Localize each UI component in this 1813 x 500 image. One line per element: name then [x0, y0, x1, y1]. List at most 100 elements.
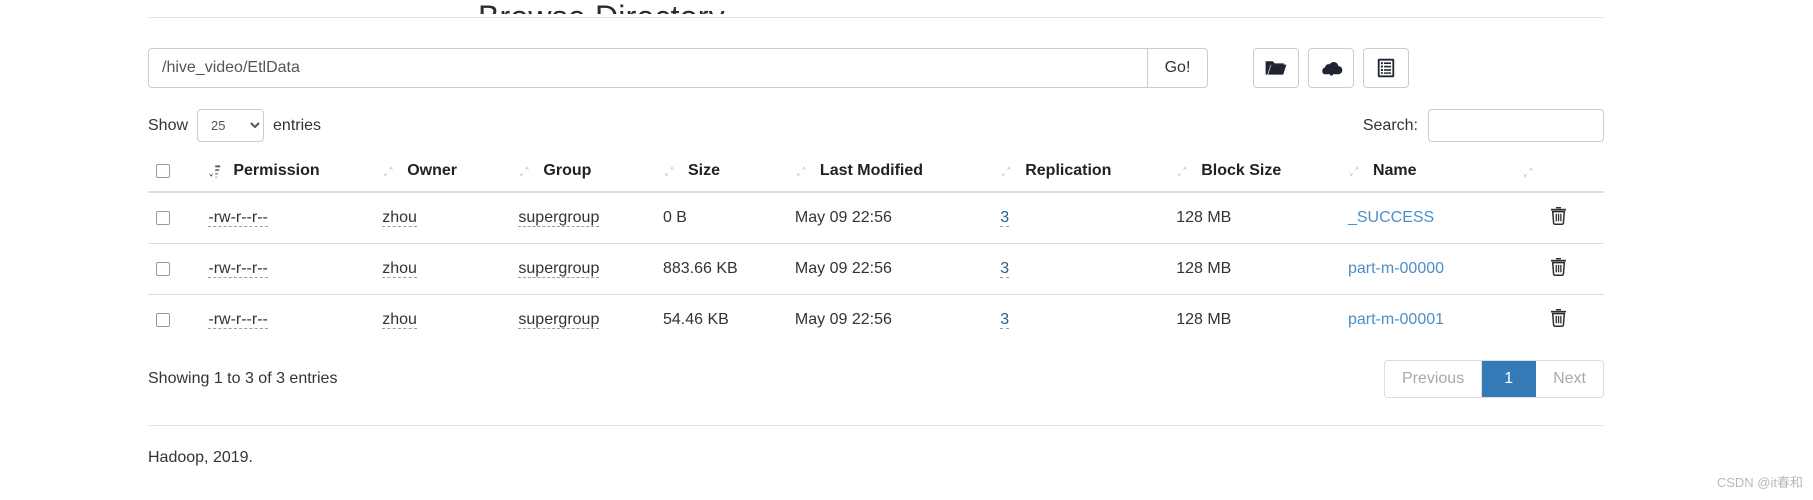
- row-select-cell[interactable]: [148, 294, 201, 345]
- th-actions[interactable]: [1513, 154, 1604, 193]
- page-footer: Hadoop, 2019.: [148, 449, 253, 466]
- pagination-next[interactable]: Next: [1536, 361, 1603, 397]
- cell-permission: -rw-r--r--: [200, 243, 375, 295]
- th-select-all[interactable]: [148, 154, 201, 193]
- path-input-group: Go!: [148, 48, 1208, 88]
- owner-link[interactable]: zhou: [382, 311, 417, 329]
- search-input[interactable]: [1428, 109, 1604, 142]
- permission-link[interactable]: -rw-r--r--: [208, 311, 268, 329]
- entries-label: entries: [273, 116, 322, 134]
- th-replication[interactable]: Replication: [992, 154, 1169, 193]
- cell-owner: zhou: [374, 191, 511, 244]
- cell-block-size: 128 MB: [1168, 191, 1340, 244]
- title-divider: [148, 17, 1604, 18]
- sort-both-icon: [382, 164, 395, 179]
- th-block-size-label: Block Size: [1201, 162, 1282, 179]
- go-button[interactable]: Go!: [1147, 48, 1208, 88]
- cut-paste-button[interactable]: [1363, 48, 1409, 88]
- cell-permission: -rw-r--r--: [200, 191, 375, 244]
- delete-file-button[interactable]: [1550, 308, 1567, 327]
- th-last-modified[interactable]: Last Modified: [786, 154, 993, 193]
- search-label: Search:: [1362, 116, 1418, 134]
- cell-size: 54.46 KB: [654, 294, 787, 345]
- owner-link[interactable]: zhou: [382, 260, 417, 278]
- cell-block-size: 128 MB: [1168, 243, 1340, 295]
- group-link[interactable]: supergroup: [518, 209, 600, 227]
- permission-link[interactable]: -rw-r--r--: [208, 209, 268, 227]
- datatable-footer: Showing 1 to 3 of 3 entries Previous 1 N…: [148, 360, 1604, 398]
- pagination-previous[interactable]: Previous: [1384, 361, 1483, 397]
- footer-divider: [148, 425, 1604, 426]
- cell-group: supergroup: [510, 243, 655, 295]
- trash-icon: [1550, 309, 1567, 330]
- table-row: -rw-r--r-- zhou supergroup 54.46 KB May …: [148, 294, 1604, 345]
- replication-link[interactable]: 3: [1000, 260, 1010, 278]
- datatable-controls: Show 25 entries Search:: [148, 109, 1604, 142]
- sort-both-icon: [1348, 164, 1361, 179]
- table-header-row: Permission Owner Group Size Last Modifie…: [148, 154, 1604, 193]
- files-table-head: Permission Owner Group Size Last Modifie…: [148, 154, 1604, 193]
- permission-link[interactable]: -rw-r--r--: [208, 260, 268, 278]
- cell-name: _SUCCESS: [1339, 191, 1514, 244]
- cloud-upload-icon: [1320, 59, 1343, 77]
- folder-open-icon: [1265, 59, 1287, 77]
- cell-last-modified: May 09 22:56: [786, 243, 993, 295]
- cell-last-modified: May 09 22:56: [786, 294, 993, 345]
- cell-replication: 3: [992, 243, 1169, 295]
- cell-size: 883.66 KB: [654, 243, 787, 295]
- upload-files-button[interactable]: [1308, 48, 1354, 88]
- sort-both-icon: [663, 164, 676, 179]
- entries-select[interactable]: 25: [197, 109, 265, 142]
- toolbar-buttons: [1253, 48, 1409, 88]
- th-owner[interactable]: Owner: [374, 154, 511, 193]
- cell-block-size: 128 MB: [1168, 294, 1340, 345]
- th-permission-label: Permission: [233, 162, 320, 179]
- show-label: Show: [148, 116, 189, 134]
- page-title: Browse Directory: [148, 0, 1604, 14]
- th-size-label: Size: [687, 162, 720, 179]
- replication-link[interactable]: 3: [1000, 209, 1010, 227]
- row-checkbox[interactable]: [156, 312, 170, 327]
- entries-info: Showing 1 to 3 of 3 entries: [148, 370, 338, 387]
- files-table-body: -rw-r--r-- zhou supergroup 0 B May 09 22…: [148, 191, 1604, 345]
- th-permission[interactable]: Permission: [200, 154, 375, 193]
- delete-file-button[interactable]: [1550, 257, 1567, 276]
- row-select-cell[interactable]: [148, 191, 201, 244]
- th-name-label: Name: [1372, 162, 1417, 179]
- delete-file-button[interactable]: [1550, 206, 1567, 225]
- entries-length-control: Show 25 entries: [148, 109, 321, 142]
- pagination-page-1[interactable]: 1: [1482, 361, 1537, 397]
- cell-group: supergroup: [510, 191, 655, 244]
- th-name[interactable]: Name: [1339, 154, 1514, 193]
- select-all-checkbox[interactable]: [156, 163, 170, 178]
- table-row: -rw-r--r-- zhou supergroup 883.66 KB May…: [148, 243, 1604, 295]
- directory-path-input[interactable]: [148, 48, 1147, 88]
- file-name-link[interactable]: _SUCCESS: [1348, 209, 1434, 226]
- row-select-cell[interactable]: [148, 243, 201, 295]
- file-name-link[interactable]: part-m-00000: [1348, 260, 1444, 277]
- th-owner-label: Owner: [407, 162, 458, 179]
- clipboard-list-icon: [1377, 58, 1395, 78]
- files-table: Permission Owner Group Size Last Modifie…: [148, 154, 1604, 345]
- create-directory-button[interactable]: [1253, 48, 1299, 88]
- sort-both-icon: [1522, 165, 1535, 180]
- watermark: CSDN @it春和: [1716, 475, 1803, 490]
- cell-actions: [1513, 294, 1604, 345]
- sort-both-icon: [795, 164, 808, 179]
- replication-link[interactable]: 3: [1000, 311, 1010, 329]
- group-link[interactable]: supergroup: [518, 260, 600, 278]
- cell-group: supergroup: [510, 294, 655, 345]
- sort-both-icon: [518, 164, 531, 179]
- cell-name: part-m-00001: [1339, 294, 1514, 345]
- group-link[interactable]: supergroup: [518, 311, 600, 329]
- file-name-link[interactable]: part-m-00001: [1348, 311, 1444, 328]
- th-group[interactable]: Group: [510, 154, 655, 193]
- cell-last-modified: May 09 22:56: [786, 191, 993, 244]
- pagination: Previous 1 Next: [1383, 360, 1604, 398]
- th-block-size[interactable]: Block Size: [1168, 154, 1340, 193]
- row-checkbox[interactable]: [156, 261, 170, 276]
- th-group-label: Group: [543, 162, 592, 179]
- th-size[interactable]: Size: [654, 154, 787, 193]
- owner-link[interactable]: zhou: [382, 209, 417, 227]
- row-checkbox[interactable]: [156, 210, 170, 225]
